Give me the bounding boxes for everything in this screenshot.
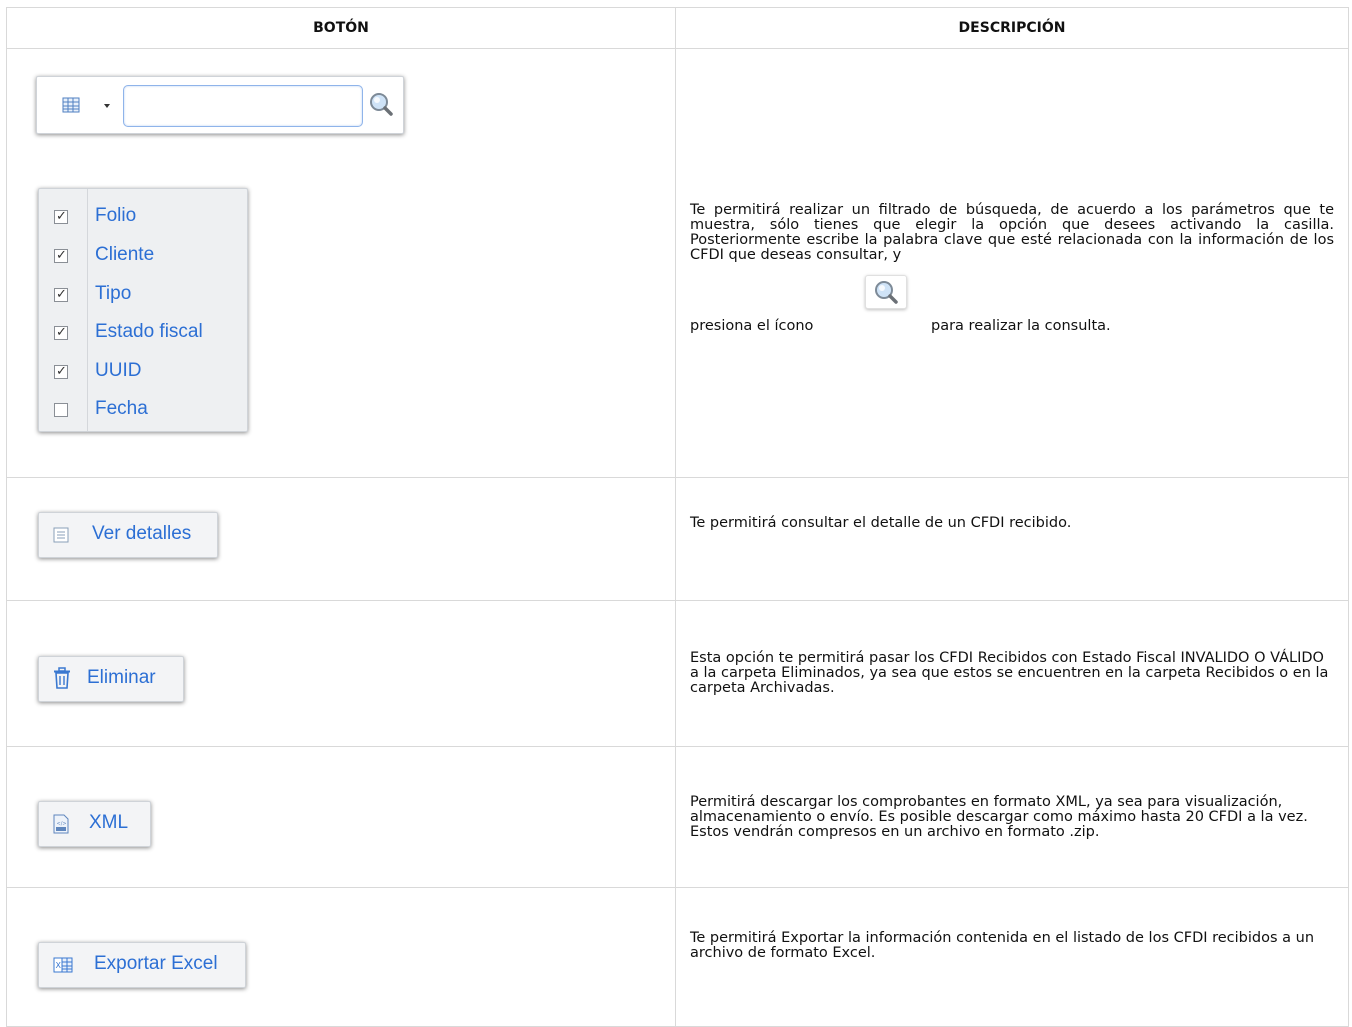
menu-item-fecha[interactable]: Fecha [39,393,247,431]
excel-icon: X [53,956,73,977]
header-button: BOTÓN [6,7,676,49]
description-cell: Permitirá descargar los comprobantes en … [675,746,1349,888]
checkbox[interactable]: ✓ [54,324,68,340]
description-cell: Te permitirá Exportar la información con… [675,887,1349,1027]
checkmark-icon: ✓ [56,324,67,339]
menu-item-folio[interactable]: ✓ Folio [39,200,247,238]
delete-button[interactable]: Eliminar [38,656,184,702]
menu-item-label: Estado fiscal [95,321,203,342]
excel-description: Te permitirá Exportar la información con… [690,930,1315,961]
column-filter-menu: ✓ Folio ✓ Cliente ✓ Tipo ✓ Estado fiscal… [38,188,248,432]
menu-item-cliente[interactable]: ✓ Cliente [39,239,247,277]
search-input[interactable] [123,85,363,127]
columns-grid-icon[interactable] [62,96,80,117]
checkbox[interactable]: ✓ [54,363,68,379]
xml-button[interactable]: </> XML [38,801,151,847]
checkbox[interactable]: ✓ [54,286,68,302]
delete-description: Esta opción te permitirá pasar los CFDI … [690,650,1329,696]
checkbox[interactable]: ✓ [54,247,68,263]
svg-text:X: X [56,961,62,970]
trash-icon [53,667,71,692]
export-excel-button[interactable]: X Exportar Excel [38,942,246,988]
menu-item-label: Folio [95,205,137,226]
description-cell: Te permitirá consultar el detalle de un … [675,477,1349,601]
xml-description: Permitirá descargar los comprobantes en … [690,793,1308,840]
svg-text:</>: </> [57,821,67,827]
header-row: BOTÓN DESCRIPCIÓN [6,7,1349,49]
menu-item-tipo[interactable]: ✓ Tipo [39,278,247,316]
chevron-down-icon[interactable] [104,104,110,108]
details-list-icon [53,527,69,546]
menu-item-label: Fecha [95,398,148,419]
magnifier-icon [865,275,907,309]
checkmark-icon: ✓ [56,208,67,223]
header-description: DESCRIPCIÓN [675,7,1349,49]
table-row: Esta opción te permitirá pasar los CFDI … [6,600,1349,747]
button-label: Eliminar [87,667,156,688]
press-icon-text-after: para realizar la consulta. [931,318,1111,334]
table-row: Permitirá descargar los comprobantes en … [6,746,1349,888]
checkmark-icon: ✓ [56,363,67,378]
checkbox[interactable]: ✓ [54,208,68,224]
search-icon[interactable] [368,91,394,117]
checkbox[interactable] [54,403,68,417]
search-description: Te permitirá realizar un filtrado de bús… [690,202,1334,263]
button-label: Exportar Excel [94,953,218,974]
description-cell: Te permitirá realizar un filtrado de bús… [675,48,1349,478]
button-label: Ver detalles [92,523,192,544]
menu-item-label: Cliente [95,244,155,265]
description-cell: Esta opción te permitirá pasar los CFDI … [675,600,1349,747]
search-toolbar [36,76,404,134]
menu-item-uuid[interactable]: ✓ UUID [39,355,247,393]
checkmark-icon: ✓ [56,286,67,301]
xml-file-icon: </> [53,814,69,837]
menu-item-estado-fiscal[interactable]: ✓ Estado fiscal [39,316,247,354]
menu-item-label: Tipo [95,283,132,304]
details-description: Te permitirá consultar el detalle de un … [690,515,1072,531]
checkmark-icon: ✓ [56,247,67,262]
button-label: XML [89,812,129,833]
press-icon-text: presiona el ícono [690,318,814,334]
view-details-button[interactable]: Ver detalles [38,512,218,558]
menu-item-label: UUID [95,360,142,381]
